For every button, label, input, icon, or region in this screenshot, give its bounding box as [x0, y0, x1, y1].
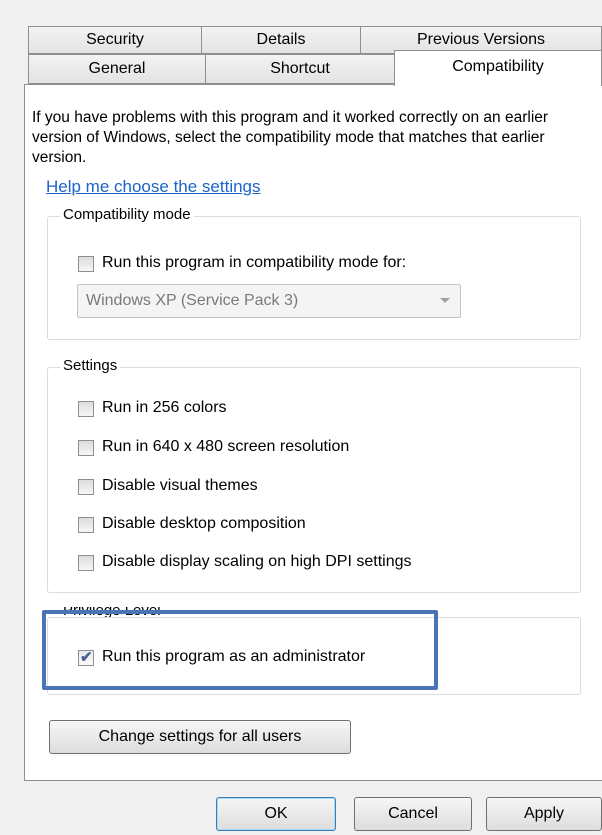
settings-legend: Settings — [60, 357, 121, 374]
run-640x480-checkbox[interactable] — [78, 440, 94, 456]
compatibility-mode-group — [47, 216, 581, 340]
compatibility-mode-legend: Compatibility mode — [60, 206, 194, 223]
disable-dpi-scaling-checkbox[interactable] — [78, 555, 94, 571]
ok-button[interactable]: OK — [216, 797, 336, 831]
tab-label: Previous Versions — [416, 31, 546, 48]
tab-label: Compatibility — [452, 57, 544, 75]
disable-visual-themes-checkbox[interactable] — [78, 479, 94, 495]
tab-general[interactable]: General — [28, 54, 206, 84]
intro-text: If you have problems with this program a… — [32, 109, 549, 166]
run-640x480-label: Run in 640 x 480 screen resolution — [102, 438, 350, 455]
tab-label: Shortcut — [270, 60, 330, 77]
help-link[interactable]: Help me choose the settings — [46, 177, 261, 197]
tab-compatibility[interactable]: Compatibility — [394, 50, 602, 86]
disable-desktop-composition-checkbox[interactable] — [78, 517, 94, 533]
disable-desktop-composition-label: Disable desktop composition — [102, 515, 306, 532]
apply-button[interactable]: Apply — [486, 797, 602, 831]
compat-mode-label: Run this program in compatibility mode f… — [102, 254, 407, 271]
tab-shortcut[interactable]: Shortcut — [205, 54, 395, 84]
tab-label: General — [88, 60, 146, 77]
change-settings-all-users-button[interactable]: Change settings for all users — [49, 720, 351, 754]
tab-security[interactable]: Security — [28, 26, 202, 54]
chevron-down-icon — [440, 298, 450, 303]
run-256-colors-label: Run in 256 colors — [102, 399, 227, 416]
highlight-box — [42, 610, 438, 690]
disable-visual-themes-label: Disable visual themes — [102, 477, 258, 494]
compat-mode-checkbox[interactable] — [78, 256, 94, 272]
os-version-dropdown[interactable]: Windows XP (Service Pack 3) — [77, 284, 461, 318]
cancel-button[interactable]: Cancel — [354, 797, 472, 831]
os-version-value: Windows XP (Service Pack 3) — [86, 292, 299, 309]
disable-dpi-scaling-label: Disable display scaling on high DPI sett… — [102, 553, 412, 570]
tab-label: Security — [86, 31, 144, 48]
tab-label: Details — [256, 31, 306, 48]
run-256-colors-checkbox[interactable] — [78, 401, 94, 417]
tab-details[interactable]: Details — [201, 26, 361, 54]
